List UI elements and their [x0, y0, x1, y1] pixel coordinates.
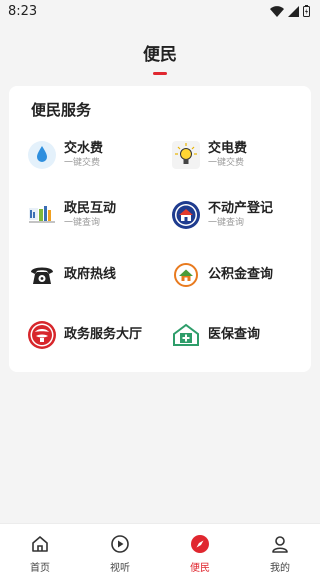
- page-header: 便民: [0, 40, 320, 75]
- tab-label: 视听: [110, 563, 130, 574]
- service-government-service-hall[interactable]: 政务服务大厅: [27, 317, 167, 353]
- user-icon: [269, 533, 291, 555]
- service-real-estate-registration[interactable]: 不动产登记 一键查询: [171, 197, 311, 233]
- compass-icon: [189, 533, 211, 555]
- service-name: 不动产登记: [208, 201, 274, 216]
- real-estate-registration-icon: [171, 200, 201, 230]
- signal-icon: [288, 5, 299, 17]
- telephone-icon: [27, 260, 57, 290]
- service-name: 交电费: [208, 141, 248, 156]
- service-card: 便民服务 交水费 一键交费 交电费 一键交费 政民互动 一键查询 不动产登记 一…: [9, 86, 311, 372]
- service-name: 政民互动: [64, 201, 117, 216]
- service-subtitle: 一键交费: [64, 158, 101, 168]
- service-electricity-bill[interactable]: 交电费 一键交费: [171, 137, 311, 173]
- title-underline: [153, 72, 167, 75]
- tab-label: 便民: [190, 563, 210, 574]
- battery-icon: [303, 5, 310, 17]
- water-drop-icon: [27, 140, 57, 170]
- tab-label: 我的: [270, 563, 290, 574]
- service-name: 政务服务大厅: [64, 327, 143, 342]
- status-bar: 8:23: [0, 0, 320, 22]
- service-name: 政府热线: [64, 267, 117, 282]
- card-title: 便民服务: [31, 101, 92, 119]
- service-name: 公积金查询: [208, 267, 274, 282]
- service-subtitle: 一键交费: [208, 158, 245, 168]
- housing-fund-icon: [171, 260, 201, 290]
- status-time: 8:23: [8, 3, 38, 19]
- home-icon: [29, 533, 51, 555]
- service-medical-insurance[interactable]: 医保查询: [171, 317, 311, 353]
- bottom-tab-bar: 首页 视听 便民 我的: [0, 523, 320, 580]
- service-subtitle: 一键查询: [208, 218, 245, 228]
- tab-label: 首页: [30, 563, 50, 574]
- service-name: 医保查询: [208, 327, 261, 342]
- play-icon: [109, 533, 131, 555]
- medical-insurance-icon: [171, 320, 201, 350]
- government-service-hall-icon: [27, 320, 57, 350]
- service-housing-fund[interactable]: 公积金查询: [171, 257, 311, 293]
- service-government-hotline[interactable]: 政府热线: [27, 257, 167, 293]
- status-icons: [270, 5, 310, 17]
- wifi-icon: [270, 5, 284, 17]
- service-water-bill[interactable]: 交水费 一键交费: [27, 137, 167, 173]
- tab-home[interactable]: 首页: [0, 524, 80, 580]
- tab-convenience[interactable]: 便民: [160, 524, 240, 580]
- page-title: 便民: [143, 45, 177, 65]
- service-name: 交水费: [64, 141, 104, 156]
- service-subtitle: 一键查询: [64, 218, 101, 228]
- lightbulb-icon: [171, 140, 201, 170]
- tab-video[interactable]: 视听: [80, 524, 160, 580]
- tab-profile[interactable]: 我的: [240, 524, 320, 580]
- government-interaction-icon: [27, 200, 57, 230]
- service-government-interaction[interactable]: 政民互动 一键查询: [27, 197, 167, 233]
